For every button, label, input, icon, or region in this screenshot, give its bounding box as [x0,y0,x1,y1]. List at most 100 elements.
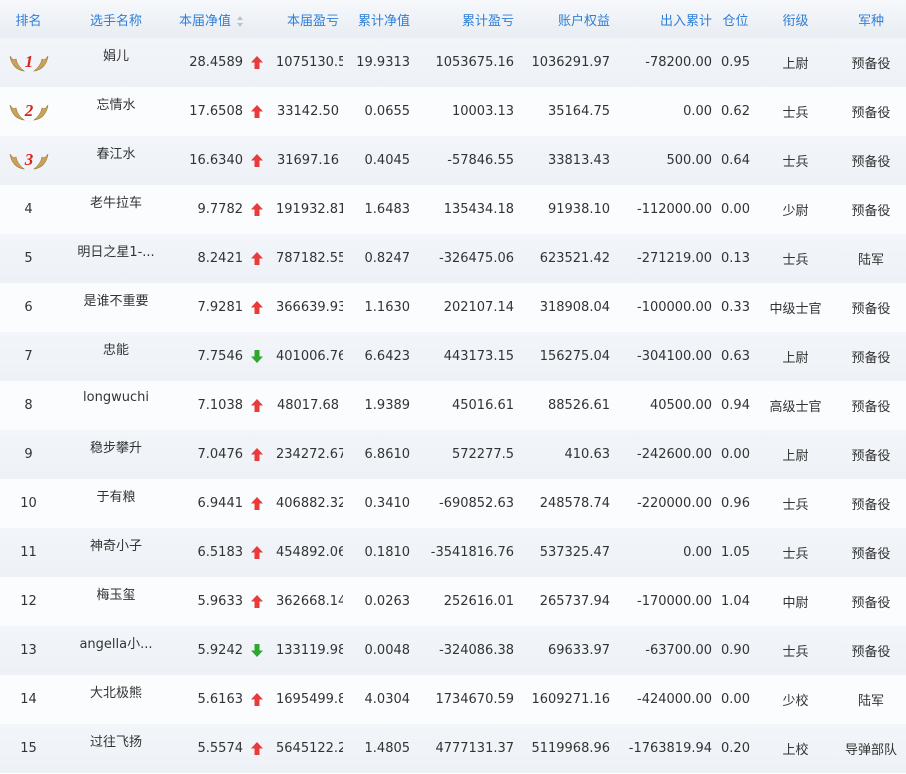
col-header-position[interactable]: 仓位 [716,0,755,38]
table-row[interactable]: 4 老牛拉车 9.7782 191932.81 1.6483 135434.18 91938… [0,185,906,234]
player-name-link[interactable]: angella小... [79,633,152,652]
player-name-link[interactable]: longwuchi [83,390,149,405]
cum-pnl-cell: -3541816.76 [414,528,518,577]
position-value: 0.90 [721,643,750,658]
player-name-link[interactable]: 忠能 [103,339,129,358]
table-row[interactable]: 1 娟儿 28.4589 1075130.52 19.9313 1053675.16 103… [0,38,906,87]
table-row[interactable]: 14 大北极熊 5.6163 1695499.81 4.0304 1734670.59 16… [0,675,906,724]
col-header-rank[interactable]: 排名 [0,0,57,38]
rank-cell: 8 [0,381,57,430]
cum-nav-value: 0.8247 [364,251,411,266]
branch-value: 陆军 [858,694,885,709]
col-header-title[interactable]: 衔级 [755,0,836,38]
title-cell: 上尉 [755,332,836,381]
title-cell: 士兵 [755,528,836,577]
ranking-table: 排名 选手名称 本届净值 本届盈亏 累计净值 累计盈亏 账户权益 出入累计 仓位… [0,0,906,773]
player-name-cell: 神奇小子 [57,528,175,577]
table-row[interactable]: 2 忘情水 17.6508 33142.50 0.0655 10003.13 35164.7… [0,87,906,136]
nav-cell: 16.6340 [175,136,243,185]
equity-value: 1036291.97 [531,55,611,70]
cum-nav-value: 6.6423 [364,349,411,364]
nav-cell: 8.2421 [175,234,244,283]
equity-cell: 265737.94 [518,577,614,626]
branch-value: 预备役 [851,547,891,562]
table-row[interactable]: 7 忠能 7.7546 401006.76 6.6423 443173.15 156275.… [0,332,906,381]
table-row[interactable]: 12 梅玉玺 5.9633 362668.14 0.0263 252616.01 26573… [0,577,906,626]
col-header-equity[interactable]: 账户权益 [518,0,614,38]
table-row[interactable]: 11 神奇小子 6.5183 454892.06 0.1810 -3541816.76 53… [0,528,906,577]
table-row[interactable]: 8 longwuchi 7.1038 48017.68 1.9389 45016.61 88… [0,381,906,430]
pnl-cell: 33142.50 [276,87,343,136]
player-name-link[interactable]: 过往飞扬 [90,731,142,750]
cum-pnl-value: 135434.18 [443,202,515,217]
flow-cell: -304100.00 [614,332,716,381]
nav-value: 16.6340 [189,153,243,168]
rank-number: 11 [20,545,37,560]
player-name-link[interactable]: 是谁不重要 [83,290,148,309]
col-header-branch[interactable]: 军种 [836,0,906,38]
flow-cell: -170000.00 [614,577,716,626]
player-name-link[interactable]: 忘情水 [96,94,135,113]
rank-title: 少尉 [782,204,809,219]
player-name-link[interactable]: 神奇小子 [90,535,142,554]
player-name-link[interactable]: 梅玉玺 [96,584,135,603]
col-header-flow[interactable]: 出入累计 [614,0,716,38]
player-name-link[interactable]: 稳步攀升 [90,437,142,456]
nav-cell: 7.0476 [175,430,244,479]
rank-number: 5 [24,251,33,266]
table-row[interactable]: 6 是谁不重要 7.9281 366639.93 1.1630 202107.14 3189… [0,283,906,332]
position-cell: 0.13 [716,234,755,283]
pnl-value: 406882.32 [276,496,344,511]
position-value: 0.00 [721,447,750,462]
equity-value: 91938.10 [547,202,611,217]
table-row[interactable]: 9 稳步攀升 7.0476 234272.67 6.8610 572277.5 410.63… [0,430,906,479]
trend-cell [243,479,276,528]
player-name-link[interactable]: 于有粮 [96,486,135,505]
cum-pnl-cell: -326475.06 [414,234,518,283]
player-name-link[interactable]: 春江水 [96,143,135,162]
col-header-cum-pnl[interactable]: 累计盈亏 [414,0,518,38]
table-row[interactable]: 15 过往飞扬 5.5574 5645122.29 1.4805 4777131.37 51… [0,724,906,773]
arrow-up-icon [251,693,263,706]
pnl-value: 401006.76 [276,349,344,364]
equity-cell: 5119968.96 [518,724,614,773]
equity-cell: 91938.10 [518,185,614,234]
flow-cell: 0.00 [614,528,716,577]
rank-number: 9 [24,447,33,462]
cum-nav-cell: 1.9389 [343,381,414,430]
arrow-up-icon [251,497,263,510]
player-name-link[interactable]: 明日之星1-... [77,241,154,260]
player-name-cell: angella小... [57,626,175,675]
arrow-up-icon [251,252,263,265]
position-cell: 0.90 [716,626,755,675]
flow-cell: 0.00 [614,87,716,136]
sort-icon[interactable] [237,15,244,27]
table-body: 1娟儿28.45891075130.5219.93131053675.16103… [0,38,906,773]
table-row[interactable]: 13 angella小... 5.9242 133119.98 0.0048 -32408… [0,626,906,675]
player-name-link[interactable]: 娟儿 [103,45,129,64]
pnl-cell: 366639.93 [276,283,343,332]
col-header-nav[interactable]: 本届净值 [175,0,276,38]
table-row[interactable]: 5 明日之星1-... 8.2421 787182.55 0.8247 -326475.0… [0,234,906,283]
rank-title: 士兵 [782,498,809,513]
cum-pnl-value: 572277.5 [451,447,515,462]
flow-cell: -220000.00 [614,479,716,528]
player-name-link[interactable]: 大北极熊 [90,682,142,701]
table-row[interactable]: 10 于有粮 6.9441 406882.32 0.3410 -690852.63 2485… [0,479,906,528]
col-header-name[interactable]: 选手名称 [57,0,175,38]
equity-value: 410.63 [564,447,611,462]
cum-nav-value: 1.4805 [364,741,411,756]
pnl-value: 191932.81 [276,202,344,217]
player-name-link[interactable]: 老牛拉车 [90,192,142,211]
nav-cell: 5.5574 [175,724,244,773]
col-header-pnl[interactable]: 本届盈亏 [276,0,343,38]
nav-value: 7.1038 [197,398,244,413]
nav-value: 5.6163 [197,692,244,707]
table-header: 排名 选手名称 本届净值 本届盈亏 累计净值 累计盈亏 账户权益 出入累计 仓位… [0,0,906,38]
equity-cell: 537325.47 [518,528,614,577]
col-header-cum-nav[interactable]: 累计净值 [343,0,414,38]
pnl-cell: 31697.16 [276,136,343,185]
branch-cell: 预备役 [836,381,906,430]
table-row[interactable]: 3 春江水 16.6340 31697.16 0.4045 -57846.55 33813.… [0,136,906,185]
pnl-value: 1695499.81 [276,692,344,707]
